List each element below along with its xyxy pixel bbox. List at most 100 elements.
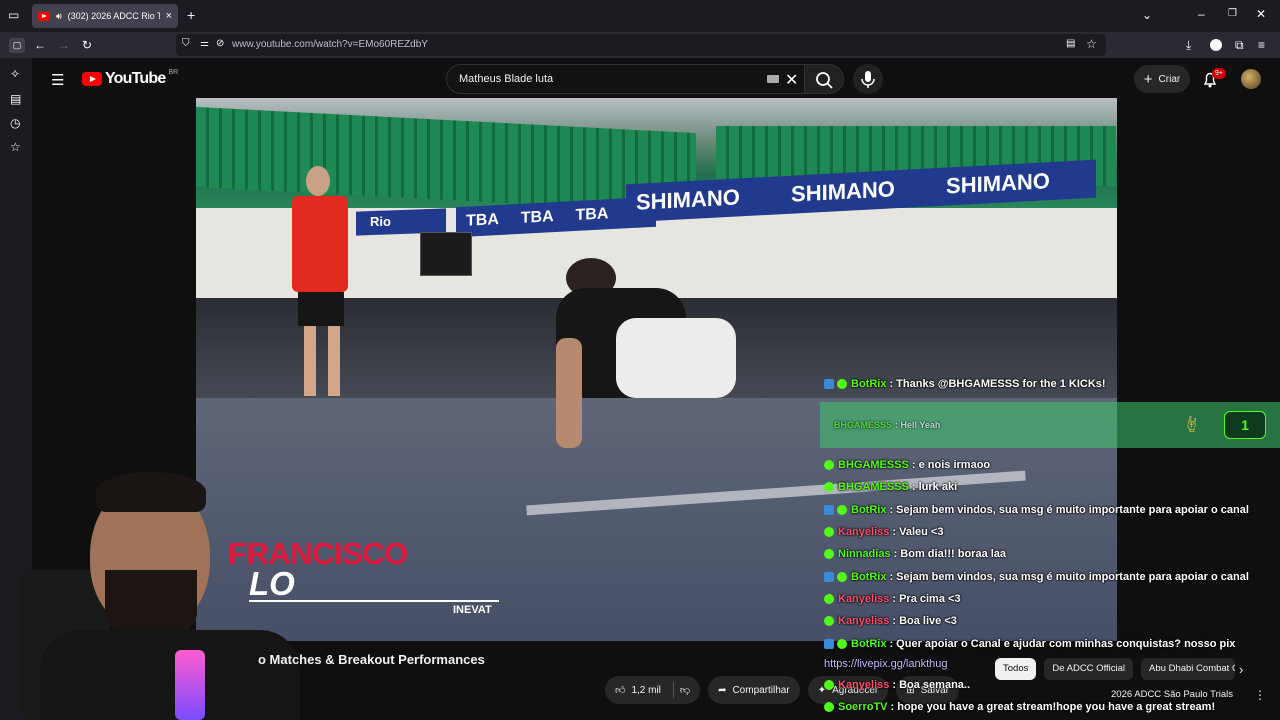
chat-text: : Bom dia!!! boraa laa <box>893 548 1007 560</box>
clear-search-icon[interactable]: ✕ <box>785 70 798 90</box>
menu-icon[interactable]: ≡ <box>1258 39 1265 51</box>
search-value: Matheus Blade luta <box>459 73 554 85</box>
microphone <box>175 650 205 720</box>
share-icon: ➦ <box>718 684 727 696</box>
chat-message: Kanyeliss: Boa live <3 <box>824 615 957 627</box>
search-button[interactable] <box>804 64 844 94</box>
sidebar-toggle-icon[interactable]: ▢ <box>9 38 25 53</box>
tab-list-icon[interactable]: ▭ <box>8 9 19 21</box>
more-vert-icon[interactable]: ⋮ <box>1254 688 1266 702</box>
reader-view-icon[interactable]: ▤ <box>1066 39 1075 49</box>
voice-search-button[interactable] <box>853 64 883 94</box>
chat-text: : Pra cima <3 <box>892 593 961 605</box>
search-input[interactable]: Matheus Blade luta ✕ <box>446 64 806 94</box>
verified-badge-icon <box>824 616 834 627</box>
verified-badge-icon <box>837 572 847 583</box>
browser-tab[interactable]: 🔊︎ (302) 2026 ADCC Rio Trials × <box>32 4 178 28</box>
chat-message: BotRix: Sejam bem vindos, sua msg é muit… <box>824 504 1249 516</box>
webcam-overlay <box>0 470 300 720</box>
forward-icon[interactable]: → <box>58 39 70 51</box>
minimize-icon[interactable]: – <box>1198 8 1205 20</box>
reload-icon[interactable]: ↻ <box>82 39 92 51</box>
chat-username: BotRix <box>851 638 887 650</box>
verified-badge-icon <box>824 594 834 605</box>
chevron-right-icon[interactable]: › <box>1239 662 1243 677</box>
permissions-icon[interactable]: ⚌ <box>200 39 209 49</box>
chip-from-channel[interactable]: De ADCC Official <box>1044 658 1134 680</box>
verified-badge-icon <box>837 505 847 516</box>
verified-badge-icon <box>824 549 834 560</box>
bookmark-star-icon[interactable]: ☆ <box>1086 38 1097 50</box>
banner-text-2: TBA <box>520 208 554 227</box>
create-button[interactable]: + Criar <box>1134 65 1190 93</box>
chat-message: https://livepix.gg/lankthug <box>824 658 948 670</box>
chat-text: : Valeu <3 <box>892 526 944 538</box>
banner-text-4: SHIMANO <box>636 184 740 215</box>
close-tab-icon[interactable]: × <box>166 10 172 22</box>
bot-badge-icon <box>824 505 834 516</box>
keyboard-icon[interactable] <box>767 75 779 83</box>
chat-username: BHGAMESSS <box>838 459 909 471</box>
chip-abu-dhabi[interactable]: Abu Dhabi Combat C <box>1141 658 1236 680</box>
chevron-down-icon[interactable]: ⌄ <box>1142 9 1152 21</box>
extensions-icon[interactable]: ⧉ <box>1235 39 1244 51</box>
speaker-icon[interactable]: 🔊︎ <box>56 11 62 21</box>
new-tab-icon[interactable]: + <box>187 8 195 22</box>
chat-username: Ninnadias <box>838 548 891 560</box>
downloads-icon[interactable]: ⤓ <box>1186 39 1191 51</box>
chat-message: Kanyeliss: Pra cima <3 <box>824 593 961 605</box>
chat-username: Kanyeliss <box>838 526 890 538</box>
history-icon[interactable]: ◷ <box>10 117 20 129</box>
kick-count-badge: 1 <box>1224 411 1266 439</box>
chat-text: : Boa semana.. <box>892 679 971 691</box>
banner-text-1: TBA <box>466 211 499 230</box>
ai-icon[interactable]: ✧ <box>10 68 20 80</box>
country-code: BR <box>168 68 179 76</box>
chat-message: BHGAMESSS: lurk aki <box>824 481 957 493</box>
avatar[interactable] <box>1241 69 1261 89</box>
notification-count-badge: 9+ <box>1212 68 1226 79</box>
banner-text-6: SHIMANO <box>946 168 1050 199</box>
chat-text: : hope you have a great stream!hope you … <box>890 701 1216 713</box>
account-icon[interactable] <box>1210 39 1222 51</box>
rio-sign: Rio <box>370 214 391 229</box>
chat-username: Kanyeliss <box>838 679 890 691</box>
bot-badge-icon <box>824 379 834 390</box>
like-button[interactable]: 👍︎ 1,2 mil 👎︎ <box>605 676 701 704</box>
chat-message: SoerroTV: hope you have a great stream!h… <box>824 701 1215 713</box>
streamer-hair <box>96 472 206 512</box>
youtube-logo[interactable]: YouTube BR <box>82 68 179 88</box>
chat-message: BotRix: Sejam bem vindos, sua msg é muit… <box>824 571 1249 583</box>
stands-left <box>196 106 696 214</box>
chat-username: BotRix <box>851 571 887 583</box>
close-window-icon[interactable]: ✕ <box>1256 8 1266 20</box>
back-icon[interactable]: ← <box>34 39 46 51</box>
chat-username: BotRix <box>851 504 887 516</box>
chat-username: Kanyeliss <box>838 593 890 605</box>
url-bar[interactable]: ⛉ ⚌ ⊘ www.youtube.com/watch?v=EMo60REZdb… <box>176 34 1106 56</box>
thumbs-down-icon[interactable]: 👎︎ <box>680 684 690 696</box>
rock-hand-icon: 🤘︎ <box>1187 414 1197 434</box>
shield-icon[interactable]: ⛉ <box>182 39 190 49</box>
chat-message: BotRix: Thanks @BHGAMESSS for the 1 KICK… <box>824 378 1106 390</box>
chat-text: : lurk aki <box>911 481 958 493</box>
bookmarks-icon[interactable]: ☆ <box>10 141 21 153</box>
streamer-shirt <box>40 630 300 720</box>
chat-username: BHGAMESSS <box>838 481 909 493</box>
guide-menu-icon[interactable]: ☰ <box>51 71 64 89</box>
sync-tabs-icon[interactable]: ▤ <box>10 93 21 105</box>
verified-badge-icon <box>824 527 834 538</box>
share-button[interactable]: ➦ Compartilhar <box>708 676 800 704</box>
chat-message: BHGAMESSS: Hell Yeah <box>834 420 940 430</box>
browser-tab-bar: ▭ 🔊︎ (302) 2026 ADCC Rio Trials × + ⌄ – … <box>0 0 1280 32</box>
chat-text: : Quer apoiar o Canal e ajudar com minha… <box>889 638 1236 650</box>
referee <box>288 166 358 406</box>
maximize-icon[interactable]: ❐ <box>1228 9 1237 19</box>
chat-username: Kanyeliss <box>838 615 890 627</box>
related-video-title[interactable]: 2026 ADCC São Paulo Trials <box>1111 689 1233 700</box>
lock-icon[interactable]: ⊘ <box>216 39 224 49</box>
banner-text-5: SHIMANO <box>791 176 895 207</box>
chip-all[interactable]: Todos <box>995 658 1037 680</box>
tab-title: (302) 2026 ADCC Rio Trials <box>67 11 160 21</box>
lower-third-team: INEVAT <box>453 604 492 616</box>
